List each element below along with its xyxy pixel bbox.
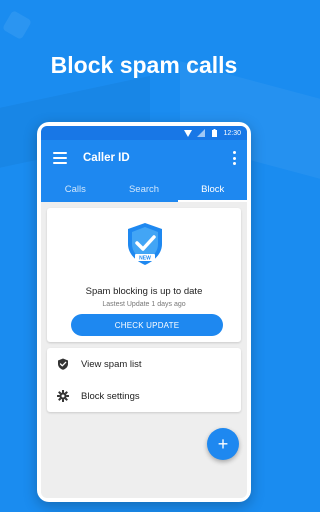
list-item-block-settings[interactable]: Block settings [47,380,241,412]
tab-block[interactable]: Block [178,176,247,202]
shield-check-icon [58,358,68,370]
list-item-view-spam-list[interactable]: View spam list [47,348,241,380]
promo-headline: Block spam calls [50,52,238,78]
phone-frame: 12:30 Caller ID Calls Search Block NEW S… [37,122,251,502]
tab-bar: Calls Search Block [41,176,247,202]
status-title: Spam blocking is up to date [85,286,203,297]
app-screen: 12:30 Caller ID Calls Search Block NEW S… [41,126,247,498]
app-bar: Caller ID [41,140,247,176]
wifi-icon [184,129,193,137]
background-hexagon [1,9,33,41]
check-update-button[interactable]: CHECK UPDATE [71,314,223,336]
status-bar: 12:30 [41,126,247,140]
block-options-list: View spam list Block settings [47,348,241,412]
new-badge-label: NEW [139,256,151,262]
more-options-icon[interactable] [229,151,239,165]
update-status-card: NEW Spam blocking is up to date Lastest … [47,208,241,342]
shield-check-badge-icon: NEW [128,223,162,265]
list-item-label: View spam list [81,358,142,370]
tab-calls[interactable]: Calls [41,176,110,202]
list-item-label: Block settings [81,390,140,402]
last-update-text: Lastest Update 1 days ago [102,301,186,308]
add-fab-button[interactable]: + [207,428,239,460]
app-title: Caller ID [83,152,130,164]
tab-search[interactable]: Search [110,176,179,202]
gear-icon [57,390,69,402]
battery-icon [210,129,218,137]
status-time: 12:30 [223,129,241,137]
menu-icon[interactable] [53,152,67,164]
signal-icon [197,129,206,137]
